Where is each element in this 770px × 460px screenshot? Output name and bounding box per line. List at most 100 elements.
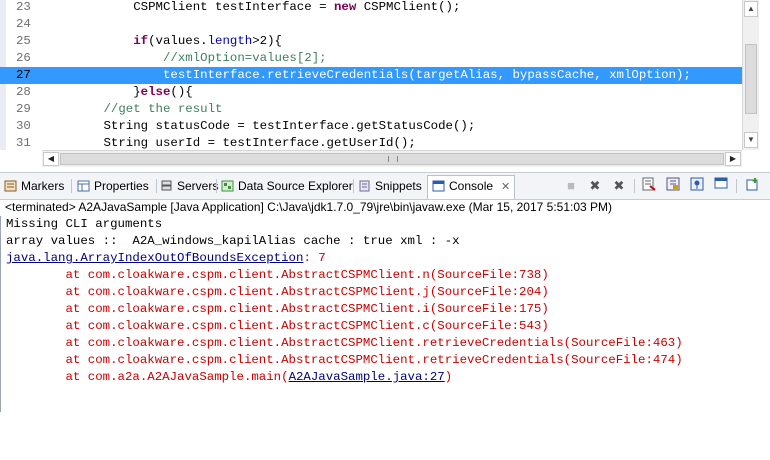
console-process-description: <terminated> A2AJavaSample [Java Applica… [5,200,613,214]
tab-label: Data Source Explorer [238,179,353,193]
console-icon [432,178,445,192]
remove-all-terminated-icon[interactable]: ✖ [610,177,628,195]
horizontal-scroll-thumb[interactable] [60,153,724,165]
scroll-down-icon[interactable]: ▼ [744,132,758,148]
markers-icon [4,178,17,192]
tab-data-source-explorer[interactable]: Data Source Explorer [221,176,353,196]
scroll-grip-icon [388,156,398,162]
code-line[interactable]: 25 if(values.length>2){ [0,33,742,50]
tab-servers[interactable]: Servers [160,176,218,196]
open-console-icon[interactable] [744,177,762,195]
exception-message: : 7 [303,251,326,265]
code-token: testInterface.retrieveCredentials(target… [44,68,691,82]
tab-label: Snippets [375,179,422,193]
toolbar-divider [634,179,635,193]
pin-console-icon[interactable] [688,177,706,195]
code-token: //xmlOption=values[2]; [162,51,327,65]
line-number: 31 [16,136,31,150]
tab-snippets[interactable]: Snippets [358,176,422,196]
terminate-icon[interactable]: ■ [562,177,580,195]
code-text: }else(){ [44,84,193,101]
tab-label: Servers [177,179,219,193]
stack-trace-line: at com.cloakware.cspm.client.AbstractCSP… [6,352,683,369]
stack-trace-text: at com.a2a.A2AJavaSample.main( [6,370,289,384]
stack-trace-text: at com.cloakware.cspm.client.AbstractCSP… [6,353,683,367]
code-line-current[interactable]: 27 testInterface.retrieveCredentials(tar… [0,67,742,84]
scroll-lock-icon[interactable] [664,177,682,195]
code-token: if [133,34,149,48]
vertical-scrollbar[interactable]: ▲ ▼ [742,0,759,150]
stack-trace-text: at com.cloakware.cspm.client.AbstractCSP… [6,302,549,316]
scroll-right-icon[interactable]: ▶ [725,152,741,166]
code-lines[interactable]: 23 CSPMClient testInterface = new CSPMCl… [0,0,742,150]
tab-divider [71,179,72,193]
exception-line: java.lang.ArrayIndexOutOfBoundsException… [6,250,326,267]
code-line[interactable]: 23 CSPMClient testInterface = new CSPMCl… [0,0,742,16]
stack-trace-line: at com.cloakware.cspm.client.AbstractCSP… [6,284,549,301]
line-number: 24 [16,17,31,31]
stack-trace-line: at com.cloakware.cspm.client.AbstractCSP… [6,267,549,284]
code-token: (values. [148,34,208,48]
clear-console-icon[interactable] [640,177,658,195]
code-line[interactable]: 30 String statusCode = testInterface.get… [0,118,742,135]
code-line[interactable]: 28 }else(){ [0,84,742,101]
line-number: 30 [16,119,31,133]
tab-properties[interactable]: Properties [77,176,149,196]
tab-label: Console [449,179,494,193]
code-line[interactable]: 24 [0,16,742,33]
line-number: 23 [16,0,31,14]
code-text: String statusCode = testInterface.getSta… [44,118,475,135]
line-number: 29 [16,102,31,116]
tab-divider [353,179,354,193]
data-source-explorer-icon [221,178,234,192]
stack-trace-text: at com.cloakware.cspm.client.AbstractCSP… [6,336,683,350]
code-text: //get the result [44,101,223,118]
vertical-scroll-thumb[interactable] [745,44,757,114]
code-text: CSPMClient testInterface = new CSPMClien… [44,0,460,16]
code-line[interactable]: 26 //xmlOption=values[2]; [0,50,742,67]
line-number: 25 [16,34,31,48]
tab-markers[interactable]: Markers [4,176,64,196]
source-link[interactable]: A2AJavaSample.java:27 [289,370,445,384]
code-text: if(values.length>2){ [44,33,282,50]
scroll-left-icon[interactable]: ◀ [43,152,59,166]
code-token: else [140,85,171,99]
line-number: 28 [16,85,31,99]
code-token: //get the result [103,102,223,116]
code-token: >2){ [252,34,282,48]
scroll-up-icon[interactable]: ▲ [744,1,758,17]
code-text: testInterface.retrieveCredentials(target… [44,67,691,84]
close-icon[interactable]: ✕ [501,177,510,197]
code-token: String userId = testInterface.getUserId(… [44,136,416,150]
code-token: length [207,34,253,48]
stack-trace-text: at com.cloakware.cspm.client.AbstractCSP… [6,285,549,299]
console-output[interactable]: Missing CLI arguments array values :: A2A… [0,216,770,412]
horizontal-scrollbar[interactable]: ◀ ▶ [42,150,742,167]
code-token: String statusCode = testInterface.getSta… [44,119,476,133]
tab-console[interactable]: Console ✕ [427,175,516,199]
code-text: //xmlOption=values[2]; [44,50,327,67]
code-line[interactable]: 29 //get the result [0,101,742,118]
tab-divider [156,179,157,193]
code-line[interactable]: 31 String userId = testInterface.getUser… [0,135,742,150]
tab-label: Markers [21,179,65,193]
console-text: array values :: A2A_windows_kapilAlias c… [6,234,460,248]
code-text: String userId = testInterface.getUserId(… [44,135,416,150]
snippets-icon [358,178,371,192]
code-token: } [44,85,141,99]
console-line: Missing CLI arguments [6,216,162,233]
toolbar-divider [736,179,737,193]
code-token: CSPMClient(); [356,0,461,14]
display-selected-console-icon[interactable] [712,177,730,195]
code-editor[interactable]: 23 CSPMClient testInterface = new CSPMCl… [0,0,770,168]
line-number: 26 [16,51,31,65]
console-line: array values :: A2A_windows_kapilAlias c… [6,233,460,250]
view-tab-bar: Markers Properties Servers Data Source E… [0,172,770,200]
stack-trace-line: at com.cloakware.cspm.client.AbstractCSP… [6,335,683,352]
stack-trace-text: at com.cloakware.cspm.client.AbstractCSP… [6,268,549,282]
exception-link[interactable]: java.lang.ArrayIndexOutOfBoundsException [6,251,303,265]
remove-launch-icon[interactable]: ✖ [586,177,604,195]
